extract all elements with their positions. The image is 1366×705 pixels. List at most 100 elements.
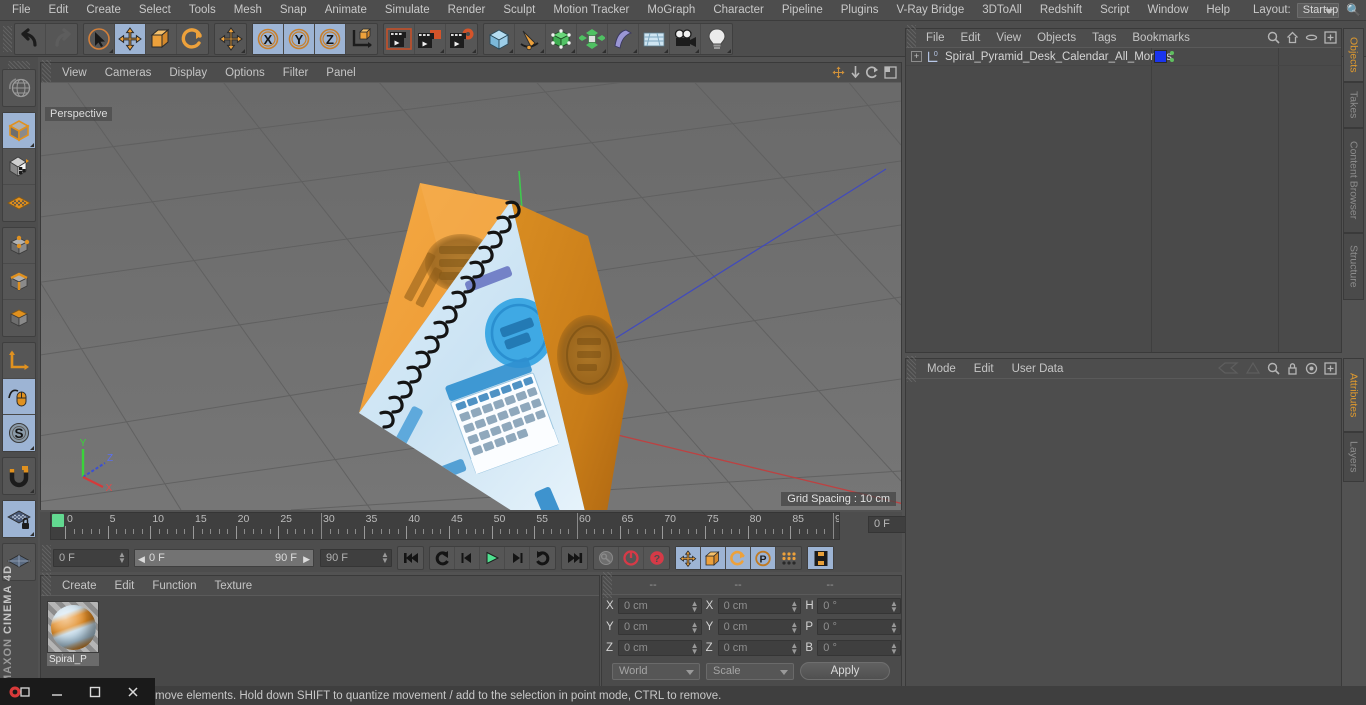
material-menu-edit[interactable]: Edit xyxy=(106,580,144,592)
material-tag-icon[interactable] xyxy=(1154,50,1167,63)
live-selection-tool[interactable] xyxy=(84,23,115,54)
start-frame-field[interactable]: 0 F ▲ ▼ xyxy=(53,549,129,567)
rotate-tool[interactable] xyxy=(177,24,208,54)
viewport-menu-display[interactable]: Display xyxy=(160,67,216,79)
loop-button[interactable] xyxy=(530,547,555,569)
viewport-menu-filter[interactable]: Filter xyxy=(274,67,318,79)
menu-edit[interactable]: Edit xyxy=(40,0,78,20)
menu-script[interactable]: Script xyxy=(1091,0,1138,20)
coordinate-system-dropdown[interactable]: World xyxy=(612,662,700,680)
coord-size-x-field[interactable]: 0 cm ▲ ▼ xyxy=(717,598,802,614)
menu-select[interactable]: Select xyxy=(130,0,180,20)
coord-rot-p-field[interactable]: 0 ° ▲ ▼ xyxy=(817,619,902,635)
stepper-icon[interactable]: ▲▼ xyxy=(118,551,126,565)
menu-mesh[interactable]: Mesh xyxy=(225,0,271,20)
search-icon[interactable]: 🔍 xyxy=(1346,3,1361,17)
menu-redshift[interactable]: Redshift xyxy=(1031,0,1091,20)
attributes-grip[interactable] xyxy=(907,355,916,382)
menu-file[interactable]: File xyxy=(3,0,40,20)
add-cube-button[interactable] xyxy=(484,23,515,54)
object-menu-objects[interactable]: Objects xyxy=(1029,32,1084,44)
render-view-button[interactable] xyxy=(384,23,415,54)
scale-tool[interactable] xyxy=(146,23,177,54)
search-icon[interactable] xyxy=(1267,31,1280,44)
add-environment-button[interactable] xyxy=(639,23,670,54)
menu-pipeline[interactable]: Pipeline xyxy=(773,0,832,20)
transform-mode-dropdown[interactable]: Scale xyxy=(706,662,794,680)
taskbar-close-button[interactable] xyxy=(114,678,152,705)
timeline-ruler[interactable]: 0 5 10 15 20 25 30 35 40 45 50 55 60 65 70 75 80 85 90 xyxy=(50,512,840,540)
workplane-mode-button[interactable] xyxy=(3,185,35,221)
coord-pos-y-field[interactable]: 0 cm ▲ ▼ xyxy=(617,619,702,635)
dock-tab-layers[interactable]: Layers xyxy=(1343,432,1364,482)
material-item[interactable]: Spiral_P xyxy=(47,601,99,666)
material-menu-function[interactable]: Function xyxy=(143,580,205,592)
preview-range-bar[interactable]: ◀ 0 F 90 F ▶ xyxy=(134,549,314,567)
menu-window[interactable]: Window xyxy=(1138,0,1197,20)
apply-button[interactable]: Apply xyxy=(800,662,890,680)
z-axis-lock[interactable]: Z xyxy=(315,23,346,54)
layout-select[interactable]: Startup xyxy=(1296,2,1340,18)
coordinates-grip[interactable] xyxy=(603,572,612,598)
x-axis-lock[interactable]: X xyxy=(253,23,284,54)
material-menu-texture[interactable]: Texture xyxy=(205,580,261,592)
material-menu-create[interactable]: Create xyxy=(53,580,106,592)
menu-mograph[interactable]: MoGraph xyxy=(638,0,704,20)
toolbar-grip[interactable] xyxy=(3,25,12,52)
viewport-menu-view[interactable]: View xyxy=(53,67,96,79)
viewport-solo-button[interactable] xyxy=(3,379,35,415)
object-menu-view[interactable]: View xyxy=(988,32,1029,44)
object-menu-edit[interactable]: Edit xyxy=(953,32,989,44)
menu-tools[interactable]: Tools xyxy=(180,0,225,20)
scale-panel-icon[interactable] xyxy=(850,66,861,79)
stepper-icon[interactable]: ▲▼ xyxy=(691,621,699,635)
material-list[interactable]: Spiral_P xyxy=(41,596,599,686)
dock-tab-objects[interactable]: Objects xyxy=(1343,28,1364,82)
go-to-start-button[interactable] xyxy=(398,547,423,569)
render-to-picture-viewer-button[interactable] xyxy=(415,23,446,54)
points-mode-button[interactable] xyxy=(3,228,35,264)
keyframe-selection-button[interactable]: ? xyxy=(644,547,669,569)
menu-3dtoall[interactable]: 3DToAll xyxy=(973,0,1031,20)
object-tree-row[interactable]: + 0 Spiral_Pyramid_Desk_Calendar_All_Mon… xyxy=(906,48,1341,66)
edges-mode-button[interactable] xyxy=(3,264,35,300)
attributes-menu-mode[interactable]: Mode xyxy=(918,363,965,375)
expand-panel-icon[interactable] xyxy=(1324,361,1337,375)
coord-pos-x-field[interactable]: 0 cm ▲ ▼ xyxy=(617,598,702,614)
menu-simulate[interactable]: Simulate xyxy=(376,0,439,20)
transport-grip[interactable] xyxy=(42,545,51,571)
menu-motion-tracker[interactable]: Motion Tracker xyxy=(544,0,638,20)
minimize-panel-icon[interactable] xyxy=(1305,31,1318,44)
previous-attribute-icon[interactable] xyxy=(1217,361,1239,375)
stepper-icon[interactable]: ▲▼ xyxy=(691,642,699,656)
model-mode-button[interactable] xyxy=(3,113,35,149)
step-forward-button[interactable] xyxy=(505,547,530,569)
dock-tab-content-browser[interactable]: Content Browser xyxy=(1343,128,1364,233)
texture-mode-button[interactable] xyxy=(3,149,35,185)
search-icon[interactable] xyxy=(1267,362,1280,375)
visibility-render-dot[interactable] xyxy=(1170,58,1174,62)
record-pla-button[interactable]: P xyxy=(751,547,776,569)
play-button[interactable] xyxy=(480,547,505,569)
viewport-menu-options[interactable]: Options xyxy=(216,67,274,79)
go-to-end-button[interactable] xyxy=(562,547,587,569)
add-camera-button[interactable] xyxy=(670,23,701,54)
left-toolbar-grip[interactable] xyxy=(7,61,30,69)
stepper-icon[interactable]: ▲▼ xyxy=(790,600,798,614)
add-deformer-button[interactable] xyxy=(608,23,639,54)
workplane-lock-button[interactable] xyxy=(3,501,35,537)
menu-sculpt[interactable]: Sculpt xyxy=(494,0,544,20)
menu-render[interactable]: Render xyxy=(439,0,495,20)
stepper-icon[interactable]: ▲▼ xyxy=(691,600,699,614)
maximize-viewport-icon[interactable] xyxy=(884,66,897,79)
expand-toggle-icon[interactable]: + xyxy=(911,51,922,62)
stepper-icon[interactable]: ▲▼ xyxy=(890,642,898,656)
add-spline-button[interactable] xyxy=(515,23,546,54)
menu-vray-bridge[interactable]: V-Ray Bridge xyxy=(887,0,973,20)
object-tree[interactable]: + 0 Spiral_Pyramid_Desk_Calendar_All_Mon… xyxy=(906,48,1341,352)
object-menu-tags[interactable]: Tags xyxy=(1084,32,1124,44)
dock-tab-structure[interactable]: Structure xyxy=(1343,233,1364,300)
lock-icon[interactable] xyxy=(1286,362,1299,375)
play-backwards-button[interactable] xyxy=(430,547,455,569)
move-tool-alt[interactable] xyxy=(215,24,246,54)
